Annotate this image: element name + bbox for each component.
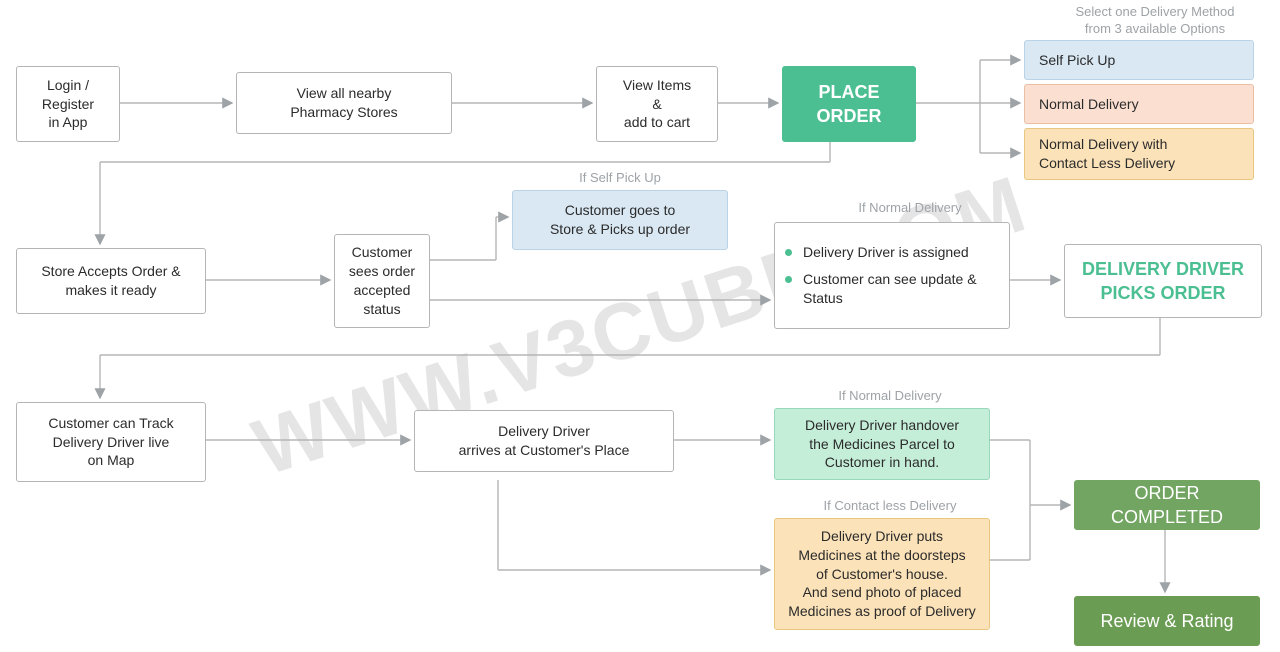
delivery-method-header-label: Select one Delivery Methodfrom 3 availab… bbox=[1060, 4, 1250, 38]
view-stores-box: View all nearbyPharmacy Stores bbox=[236, 72, 452, 134]
option-normal-delivery: Normal Delivery bbox=[1024, 84, 1254, 124]
store-accepts-box: Store Accepts Order &makes it ready bbox=[16, 248, 206, 314]
driver-picks-order-box: DELIVERY DRIVERPICKS ORDER bbox=[1064, 244, 1262, 318]
option-contactless-delivery: Normal Delivery withContact Less Deliver… bbox=[1024, 128, 1254, 180]
place-order-box: PLACEORDER bbox=[782, 66, 916, 142]
option-self-pickup: Self Pick Up bbox=[1024, 40, 1254, 80]
bullet-driver-assigned: Delivery Driver is assigned bbox=[785, 243, 995, 262]
track-driver-box: Customer can TrackDelivery Driver liveon… bbox=[16, 402, 206, 482]
normal-delivery-row2-label: If Normal Delivery bbox=[840, 200, 980, 217]
handover-parcel-box: Delivery Driver handoverthe Medicines Pa… bbox=[774, 408, 990, 480]
review-rating-box: Review & Rating bbox=[1074, 596, 1260, 646]
customer-picks-up-box: Customer goes toStore & Picks up order bbox=[512, 190, 728, 250]
driver-arrives-box: Delivery Driverarrives at Customer's Pla… bbox=[414, 410, 674, 472]
login-register-box: Login /Registerin App bbox=[16, 66, 120, 142]
view-items-box: View Items&add to cart bbox=[596, 66, 718, 142]
customer-sees-status-box: Customersees orderacceptedstatus bbox=[334, 234, 430, 328]
self-pickup-label: If Self Pick Up bbox=[560, 170, 680, 187]
contactless-label: If Contact less Delivery bbox=[810, 498, 970, 515]
normal-delivery-row3-label: If Normal Delivery bbox=[820, 388, 960, 405]
order-completed-box: ORDER COMPLETED bbox=[1074, 480, 1260, 530]
bullet-customer-update: Customer can see update & Status bbox=[785, 270, 995, 308]
normal-delivery-bullets: Delivery Driver is assigned Customer can… bbox=[774, 222, 1010, 329]
doorstep-delivery-box: Delivery Driver putsMedicines at the doo… bbox=[774, 518, 990, 630]
